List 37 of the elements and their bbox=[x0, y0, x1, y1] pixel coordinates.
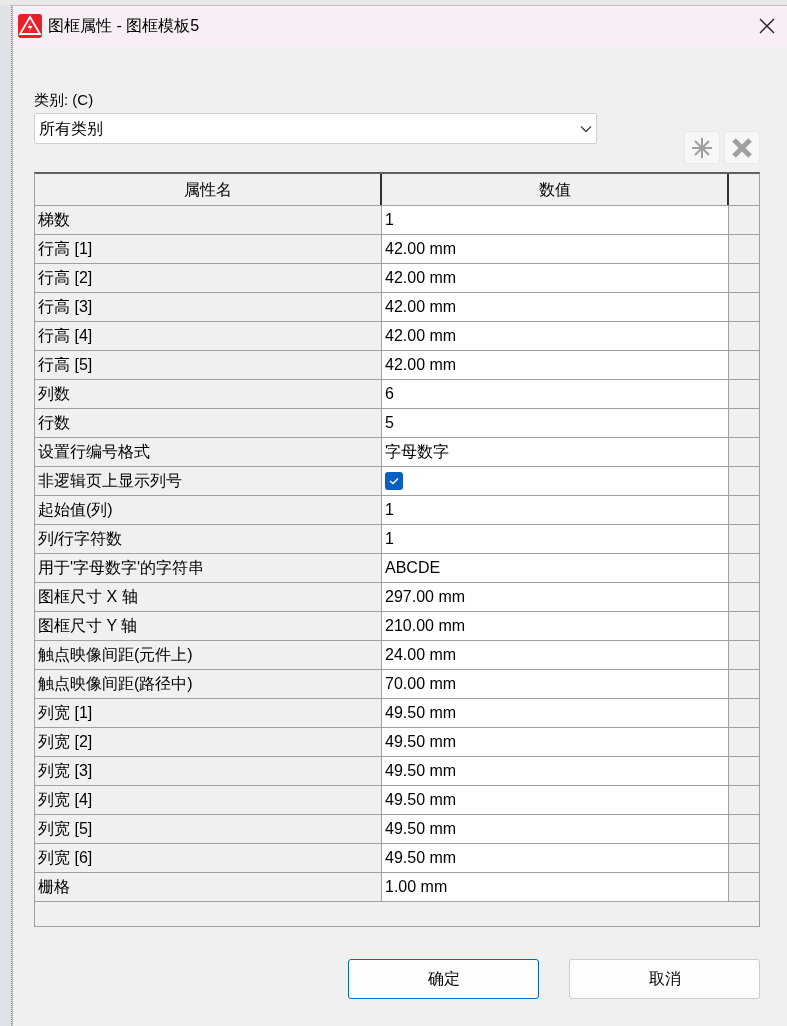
property-value: ABCDE bbox=[385, 558, 441, 578]
property-value: 字母数字 bbox=[385, 442, 449, 462]
property-value: 297.00 mm bbox=[385, 587, 466, 607]
category-dropdown[interactable]: 所有类别 bbox=[34, 113, 597, 144]
property-value: 24.00 mm bbox=[385, 645, 457, 665]
property-value: 6 bbox=[385, 384, 394, 404]
property-value: 49.50 mm bbox=[385, 790, 457, 810]
property-value: 49.50 mm bbox=[385, 761, 457, 781]
property-value: 1.00 mm bbox=[385, 877, 448, 897]
checkbox[interactable] bbox=[385, 472, 403, 490]
category-label: 类别: (C) bbox=[34, 90, 95, 110]
property-value: 1 bbox=[385, 529, 394, 549]
property-value: 1 bbox=[385, 500, 394, 520]
asterisk-button[interactable] bbox=[684, 131, 720, 164]
property-value: 49.50 mm bbox=[385, 819, 457, 839]
property-value: 49.50 mm bbox=[385, 848, 457, 868]
asterisk-icon bbox=[691, 136, 713, 159]
property-value: 210.00 mm bbox=[385, 616, 466, 636]
property-value: 42.00 mm bbox=[385, 239, 457, 259]
cancel-button[interactable]: 取消 bbox=[569, 959, 760, 999]
close-icon bbox=[731, 136, 753, 159]
ok-button[interactable]: 确定 bbox=[348, 959, 539, 999]
property-value: 1 bbox=[385, 210, 394, 230]
property-value: 42.00 mm bbox=[385, 355, 457, 375]
close-icon bbox=[759, 18, 775, 34]
property-value: 42.00 mm bbox=[385, 297, 457, 317]
warning-icon bbox=[18, 14, 42, 38]
property-value: 70.00 mm bbox=[385, 674, 457, 694]
property-value: 49.50 mm bbox=[385, 732, 457, 752]
check-icon bbox=[389, 477, 399, 485]
window-title: 图框属性 - 图框模板5 bbox=[48, 16, 200, 36]
property-value: 49.50 mm bbox=[385, 703, 457, 723]
property-value: 5 bbox=[385, 413, 394, 433]
property-value: 42.00 mm bbox=[385, 326, 457, 346]
property-value: 42.00 mm bbox=[385, 268, 457, 288]
chevron-down-icon bbox=[580, 124, 592, 133]
delete-button[interactable] bbox=[724, 131, 760, 164]
